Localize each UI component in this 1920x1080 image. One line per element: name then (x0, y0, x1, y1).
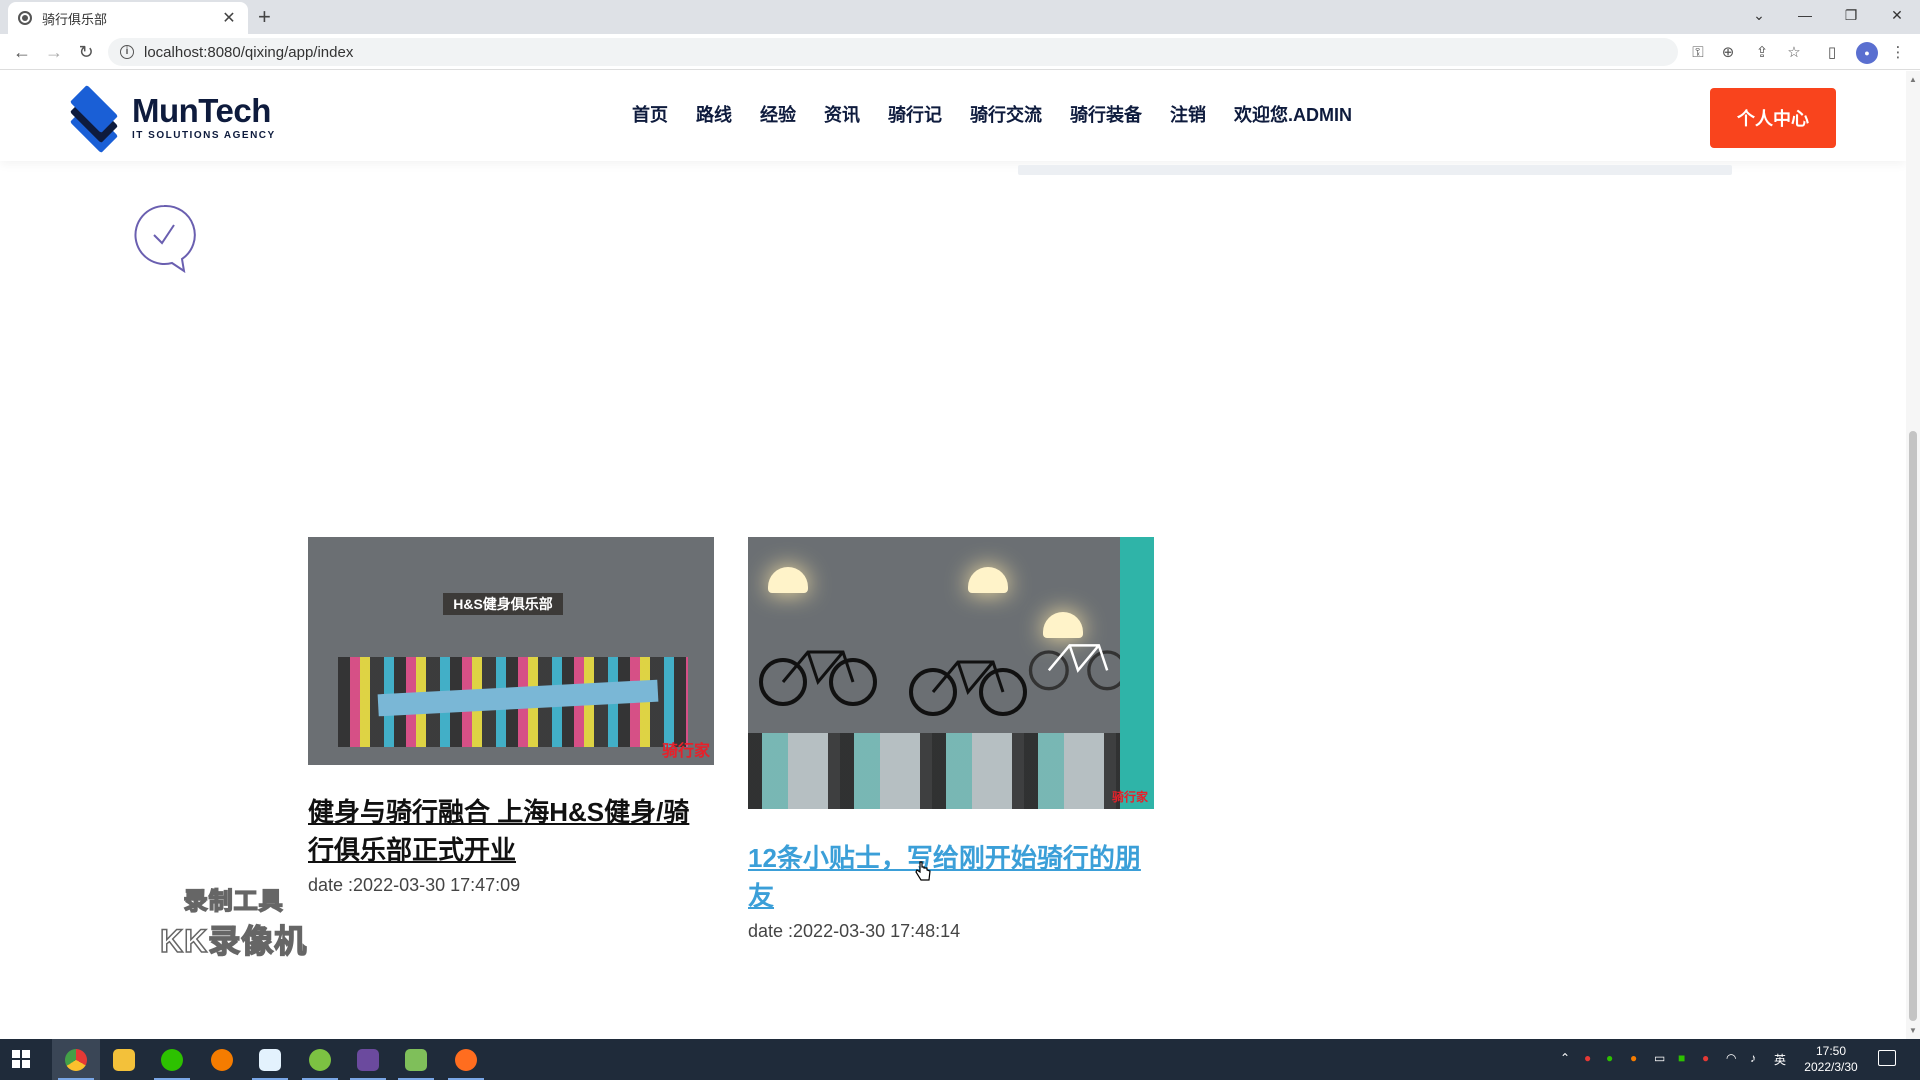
bicycle-image-icon (759, 650, 877, 706)
scrollbar-thumb[interactable] (1909, 431, 1917, 1021)
layers-logo-icon (66, 84, 122, 154)
scroll-up-icon[interactable]: ▲ (1906, 75, 1920, 84)
recorder-line-2: KK录像机 (159, 922, 308, 960)
nav-welcome-user[interactable]: 欢迎您.ADMIN (1234, 101, 1352, 127)
decorative-bar (1018, 165, 1732, 175)
nav-routes[interactable]: 路线 (696, 101, 732, 127)
logo-name: MunTech (132, 91, 271, 129)
battery-tray-icon[interactable]: ■ (1678, 1051, 1685, 1065)
wechat-tray-icon[interactable]: ● (1606, 1051, 1613, 1065)
minimize-button[interactable]: — (1782, 0, 1828, 30)
system-clock[interactable]: 17:50 2022/3/30 (1796, 1043, 1866, 1075)
address-bar[interactable]: i localhost:8080/qixing/app/index (108, 38, 1678, 66)
notification-icon[interactable] (1878, 1050, 1896, 1066)
image-sign-text: H&S健身俱乐部 (443, 593, 563, 615)
hand-cursor-icon (915, 861, 931, 881)
chat-check-icon (134, 204, 196, 273)
side-panel-icon[interactable]: ▯ (1822, 42, 1842, 62)
bicycle-image-icon (1028, 644, 1128, 691)
recorder-line-1: 录制工具 (183, 887, 284, 916)
nav-logout[interactable]: 注销 (1170, 101, 1206, 127)
nav-riding-notes[interactable]: 骑行记 (888, 101, 942, 127)
url-text: localhost:8080/qixing/app/index (144, 43, 354, 61)
site-logo[interactable]: MunTech IT SOLUTIONS AGENCY (66, 84, 276, 154)
windows-taskbar: ⌃ ● ● ● ▭ ■ ● ◠ ♪ 英 17:50 2022/3/30 (0, 1039, 1920, 1080)
menu-icon[interactable]: ⋮ (1888, 42, 1908, 62)
site-info-icon[interactable]: i (120, 45, 134, 59)
nav-experience[interactable]: 经验 (760, 101, 796, 127)
volume-icon[interactable]: ♪ (1750, 1051, 1756, 1065)
app-tray-icon[interactable]: ● (1702, 1051, 1709, 1065)
nav-news[interactable]: 资讯 (824, 101, 860, 127)
image-watermark: 骑行家 (661, 743, 710, 760)
green-app-icon[interactable] (296, 1039, 344, 1080)
bicycle-image-icon (909, 660, 1027, 716)
clock-time: 17:50 (1815, 1044, 1847, 1058)
network-icon[interactable]: ◠ (1726, 1051, 1736, 1065)
clock-date: 2022/3/30 (1804, 1060, 1858, 1074)
nav-home[interactable]: 首页 (632, 101, 668, 127)
close-window-button[interactable]: ✕ (1874, 0, 1920, 30)
device-tray-icon[interactable]: ▭ (1654, 1051, 1665, 1065)
browser-tab-bar: 骑行俱乐部 ✕ + ⌄ — ❐ ✕ (0, 0, 1920, 34)
scroll-down-icon[interactable]: ▼ (1906, 1026, 1920, 1035)
page-viewport: MunTech IT SOLUTIONS AGENCY 首页 路线 经验 资讯 … (0, 71, 1906, 1039)
profile-avatar[interactable]: ● (1856, 42, 1878, 64)
search-tool-icon[interactable] (198, 1039, 246, 1080)
recorder-watermark: 录制工具 KK录像机 (159, 881, 308, 962)
article-date: date :2022-03-30 17:47:09 (308, 875, 521, 895)
main-nav: 首页 路线 经验 资讯 骑行记 骑行交流 骑行装备 注销 欢迎您.ADMIN (632, 101, 1352, 127)
article-title-link[interactable]: 12条小贴士，写给刚开始骑行的朋友 (748, 839, 1154, 915)
zoom-icon[interactable]: ⊕ (1718, 42, 1738, 62)
image-watermark: 骑行家 (1111, 790, 1148, 804)
recorder-app-icon[interactable] (442, 1039, 490, 1080)
globe-icon (18, 11, 32, 25)
key-icon[interactable]: ⚿ (1688, 42, 1708, 62)
chrome-taskbar-icon[interactable] (52, 1039, 100, 1080)
game-app-icon[interactable] (344, 1039, 392, 1080)
forward-icon[interactable]: → (42, 40, 66, 64)
restore-button[interactable]: ❐ (1828, 0, 1874, 30)
search-tray-icon[interactable]: ● (1630, 1051, 1637, 1065)
logo-tagline: IT SOLUTIONS AGENCY (132, 129, 276, 141)
article-card: H&S健身俱乐部 骑行家 健身与骑行融合 上海H&S健身/骑行俱乐部正式开业 d… (308, 537, 714, 896)
close-tab-icon[interactable]: ✕ (220, 8, 238, 28)
back-icon[interactable]: ← (10, 40, 34, 64)
wechat-icon[interactable] (148, 1039, 196, 1080)
article-card: 骑行家 12条小贴士，写给刚开始骑行的朋友 date :2022-03-30 1… (748, 537, 1154, 942)
article-date: date :2022-03-30 17:48:14 (748, 921, 961, 941)
security-tray-icon[interactable]: ● (1584, 1051, 1591, 1065)
personal-center-button[interactable]: 个人中心 (1710, 88, 1836, 148)
ime-indicator[interactable]: 英 (1774, 1051, 1786, 1068)
site-header: MunTech IT SOLUTIONS AGENCY 首页 路线 经验 资讯 … (0, 71, 1906, 161)
reload-icon[interactable]: ↻ (74, 40, 98, 64)
nav-riding-gear[interactable]: 骑行装备 (1070, 101, 1142, 127)
tray-expand-icon[interactable]: ⌃ (1560, 1051, 1570, 1065)
notepad-icon[interactable] (392, 1039, 440, 1080)
browser-toolbar: ← → ↻ i localhost:8080/qixing/app/index … (0, 34, 1920, 70)
article-image[interactable]: 骑行家 (748, 537, 1154, 809)
windows-start-icon[interactable] (12, 1050, 30, 1068)
page-scrollbar[interactable]: ▲ ▼ (1906, 71, 1920, 1039)
article-image[interactable]: H&S健身俱乐部 骑行家 (308, 537, 714, 765)
new-tab-button[interactable]: + (258, 4, 271, 30)
tab-search-icon[interactable]: ⌄ (1736, 0, 1782, 30)
article-title-link[interactable]: 健身与骑行融合 上海H&S健身/骑行俱乐部正式开业 (308, 793, 714, 869)
bookmark-star-icon[interactable]: ☆ (1784, 42, 1804, 62)
browser-tab[interactable]: 骑行俱乐部 ✕ (8, 2, 248, 34)
nav-riding-exchange[interactable]: 骑行交流 (970, 101, 1042, 127)
file-explorer-icon[interactable] (100, 1039, 148, 1080)
share-icon[interactable]: ⇪ (1752, 42, 1772, 62)
tab-title: 骑行俱乐部 (42, 11, 108, 27)
photo-app-icon[interactable] (246, 1039, 294, 1080)
